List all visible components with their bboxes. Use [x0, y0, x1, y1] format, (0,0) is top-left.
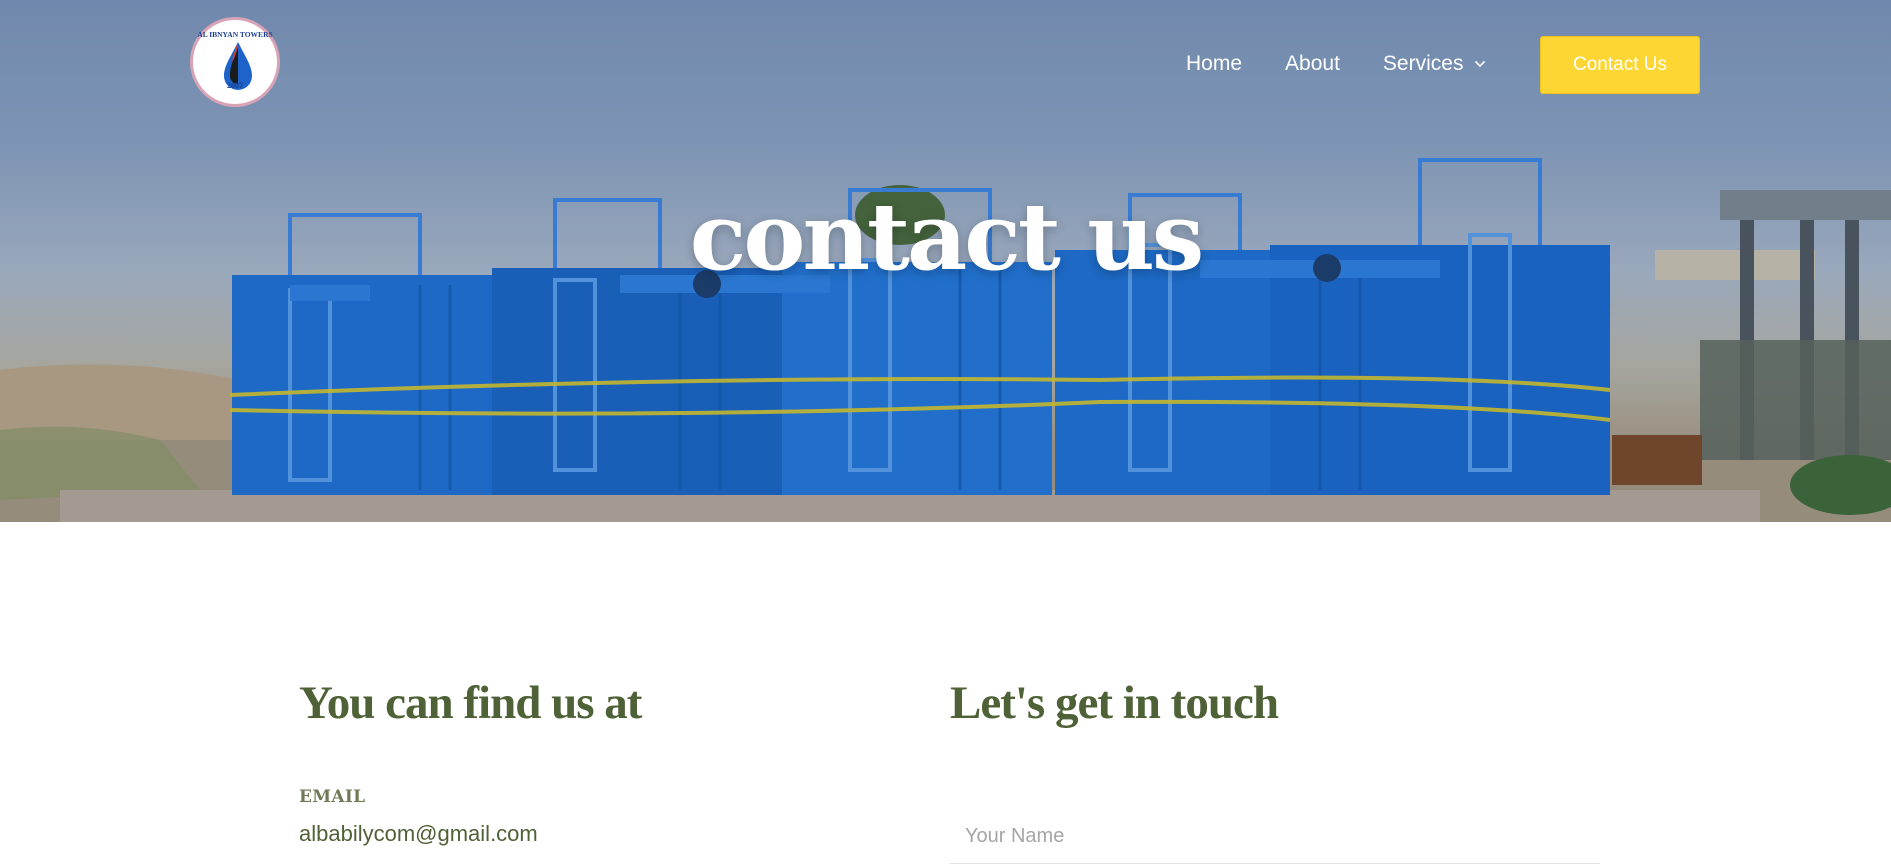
logo-text: AL IBNYAN TOWERS: [197, 30, 273, 39]
contact-us-button[interactable]: Contact Us: [1540, 36, 1700, 94]
nav-home-link[interactable]: Home: [1186, 52, 1242, 76]
nav-home-label: Home: [1186, 52, 1243, 75]
nav-about-label: About: [1285, 52, 1340, 75]
nav-services-link[interactable]: Services: [1383, 52, 1487, 76]
get-in-touch-heading: Let's get in touch: [950, 677, 1279, 729]
logo-year: 2007: [227, 81, 243, 90]
site-logo[interactable]: AL IBNYAN TOWERS 2007: [190, 17, 280, 107]
email-label: EMAIL: [299, 787, 366, 807]
hero-banner: AL IBNYAN TOWERS 2007 Home About Service…: [0, 0, 1891, 522]
nav-about-link[interactable]: About: [1285, 52, 1340, 76]
email-link[interactable]: albabilycom@gmail.com: [299, 821, 538, 847]
find-us-heading: You can find us at: [299, 677, 642, 729]
page-title: contact us: [689, 182, 1204, 291]
chevron-down-icon: [1475, 60, 1486, 68]
name-input[interactable]: [950, 810, 1600, 864]
main-navigation: Home About Services: [1186, 52, 1529, 76]
nav-services-label: Services: [1382, 52, 1464, 75]
